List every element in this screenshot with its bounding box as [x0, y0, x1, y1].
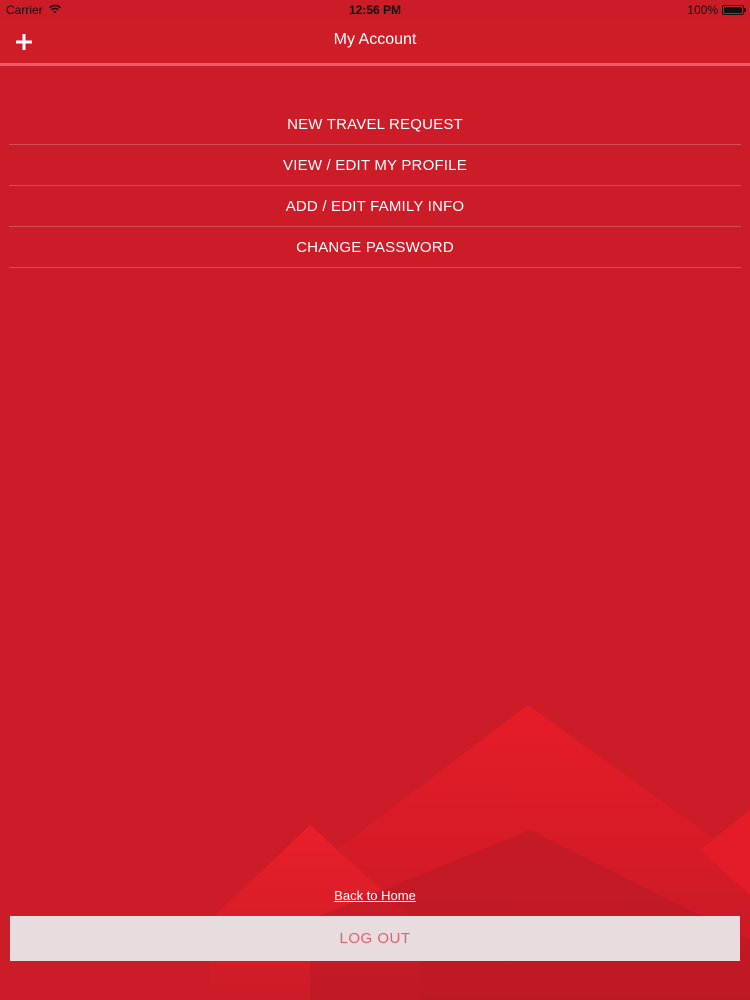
logout-button[interactable]: LOG OUT: [10, 916, 740, 961]
menu-item-new-travel-request[interactable]: NEW TRAVEL REQUEST: [9, 104, 741, 145]
menu-item-label: CHANGE PASSWORD: [296, 238, 454, 256]
account-menu: NEW TRAVEL REQUEST VIEW / EDIT MY PROFIL…: [9, 104, 741, 268]
nav-divider: [0, 63, 750, 66]
menu-item-label: NEW TRAVEL REQUEST: [287, 115, 463, 133]
status-time: 12:56 PM: [348, 3, 402, 17]
menu-item-label: VIEW / EDIT MY PROFILE: [283, 156, 467, 174]
battery-icon: [722, 5, 746, 15]
menu-item-edit-profile[interactable]: VIEW / EDIT MY PROFILE: [9, 145, 741, 186]
status-right: 100%: [687, 3, 746, 17]
menu-item-change-password[interactable]: CHANGE PASSWORD: [9, 227, 741, 268]
battery-percent: 100%: [687, 3, 718, 17]
status-bar: Carrier 12:56 PM 100%: [0, 0, 750, 20]
page-title: My Account: [333, 31, 417, 48]
menu-item-label: ADD / EDIT FAMILY INFO: [285, 197, 465, 215]
back-to-home-link[interactable]: Back to Home: [0, 888, 750, 903]
menu-item-family-info[interactable]: ADD / EDIT FAMILY INFO: [9, 186, 741, 227]
